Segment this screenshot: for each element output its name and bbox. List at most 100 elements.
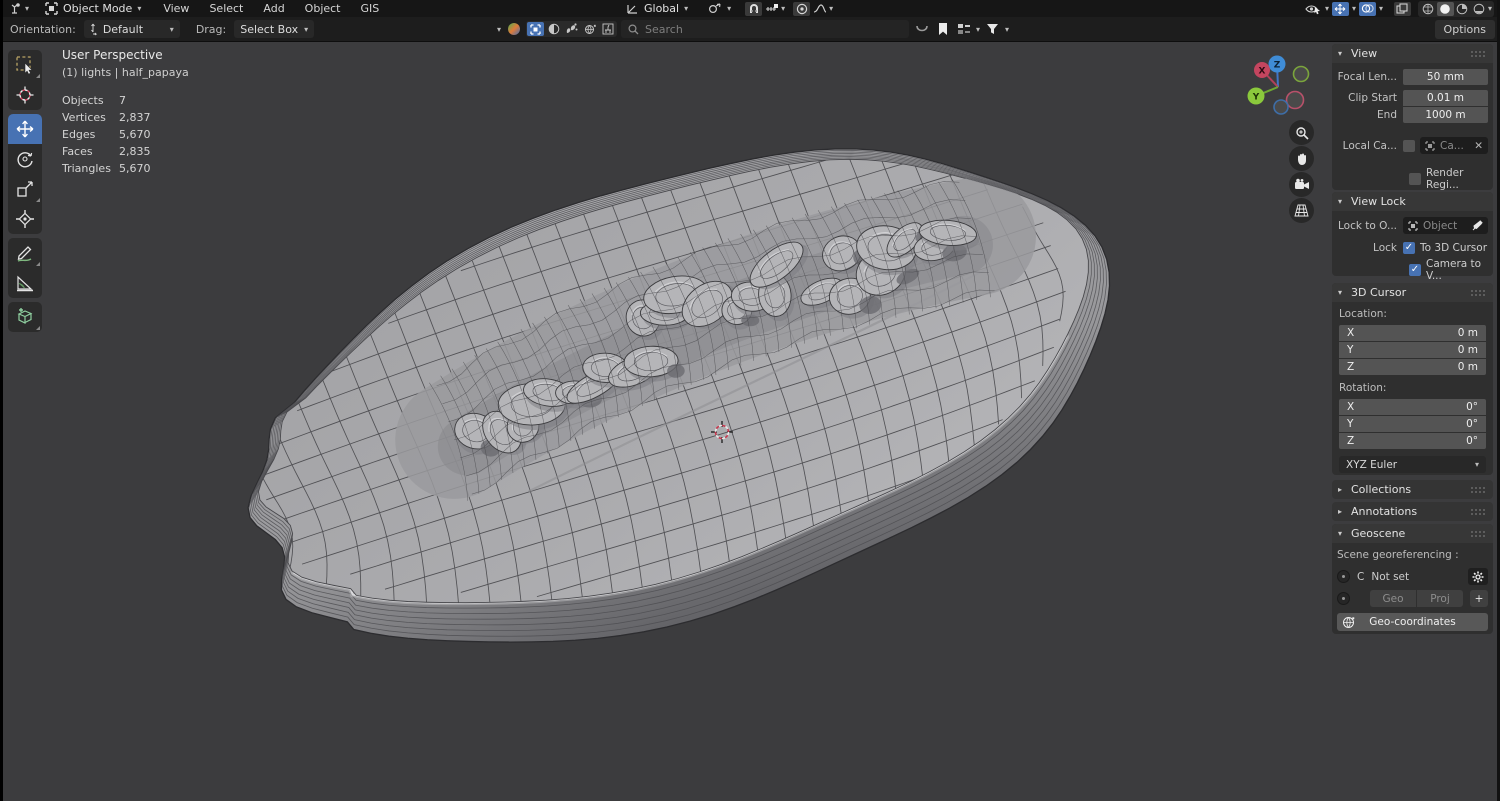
tool-add-cube[interactable] xyxy=(8,302,42,332)
gizmo-caret[interactable]: ▾ xyxy=(1352,4,1356,13)
clip-start-field[interactable]: 0.01 m xyxy=(1403,90,1488,106)
panel-grip[interactable] xyxy=(1470,50,1487,57)
crs-radio[interactable] xyxy=(1337,570,1350,583)
crs-radio-2[interactable] xyxy=(1337,592,1350,605)
cursor-rotation-z[interactable]: Z0° xyxy=(1339,433,1486,449)
shading-material-button[interactable] xyxy=(1454,2,1471,16)
filter-caret[interactable]: ▾ xyxy=(1005,25,1009,34)
collection-visibility-icon[interactable] xyxy=(955,22,972,37)
render-region-checkbox[interactable] xyxy=(1409,173,1421,185)
show-overlays-toggle[interactable] xyxy=(1359,2,1376,16)
bookmark-icon[interactable] xyxy=(934,22,951,37)
menu-add[interactable]: Add xyxy=(253,0,294,17)
panel-grip[interactable] xyxy=(1470,289,1487,296)
menu-object[interactable]: Object xyxy=(295,0,351,17)
snap-caret[interactable]: ▾ xyxy=(781,4,785,13)
crs-value: Not set xyxy=(1371,571,1461,583)
editor-type-icon[interactable] xyxy=(8,1,25,16)
clear-camera-icon[interactable]: ✕ xyxy=(1474,140,1483,152)
panel-grip[interactable] xyxy=(1470,486,1487,493)
mode-texture-paint-button[interactable] xyxy=(599,22,616,36)
local-camera-checkbox[interactable] xyxy=(1403,140,1415,152)
geo-coordinates-button[interactable]: Geo-coordinates xyxy=(1337,613,1488,631)
clip-end-field[interactable]: 1000 m xyxy=(1403,107,1488,123)
tool-measure[interactable] xyxy=(8,268,42,298)
camera-view-button[interactable] xyxy=(1289,172,1314,197)
panel-grip[interactable] xyxy=(1470,530,1487,537)
shading-caret[interactable]: ▾ xyxy=(1488,4,1492,13)
tool-rotate[interactable] xyxy=(8,144,42,174)
visibility-caret[interactable]: ▾ xyxy=(1325,4,1329,13)
orientation-dropdown[interactable]: Default ▾ xyxy=(84,20,180,38)
tool-transform[interactable] xyxy=(8,204,42,234)
header-collapse-caret[interactable]: ▾ xyxy=(497,25,501,34)
tool-select-box[interactable] xyxy=(8,50,42,80)
cursor-location-x[interactable]: X0 m xyxy=(1339,325,1486,341)
shading-rendered-button[interactable] xyxy=(1471,2,1488,16)
window-edge-left xyxy=(0,0,3,801)
crs-settings-button[interactable] xyxy=(1468,568,1488,585)
overlays-caret[interactable]: ▾ xyxy=(1379,4,1383,13)
add-crs-button[interactable]: + xyxy=(1470,590,1488,607)
tool-scale[interactable] xyxy=(8,174,42,204)
mode-vertex-paint-button[interactable] xyxy=(563,22,580,36)
menu-gis[interactable]: GIS xyxy=(351,0,390,17)
tool-annotate[interactable] xyxy=(8,238,42,268)
panel-view-header[interactable]: ▾View xyxy=(1332,44,1493,63)
panel-geoscene: ▾Geoscene Scene georeferencing : C Not s… xyxy=(1332,524,1493,634)
lock-to-object-field[interactable]: Object xyxy=(1403,217,1488,234)
axis-gizmo[interactable]: Z X Y xyxy=(1240,52,1320,122)
search-input[interactable] xyxy=(645,23,875,36)
pivot-point-dropdown[interactable]: ▾ xyxy=(702,0,737,17)
panel-3d-cursor-header[interactable]: ▾3D Cursor xyxy=(1332,283,1493,302)
mode-sculpt-button[interactable] xyxy=(545,22,562,36)
options-button[interactable]: Options xyxy=(1435,20,1495,39)
collection-caret[interactable]: ▾ xyxy=(976,25,980,34)
object-visibility-icon[interactable] xyxy=(1305,1,1322,16)
shading-solid-button[interactable] xyxy=(1437,2,1454,16)
cursor-location-y[interactable]: Y0 m xyxy=(1339,342,1486,358)
mode-dropdown[interactable]: Object Mode▾ xyxy=(39,0,147,17)
panel-view-lock-header[interactable]: ▾View Lock xyxy=(1332,192,1493,211)
proportional-editing-icon[interactable] xyxy=(793,2,810,16)
camera-to-view-checkbox[interactable]: ✓ xyxy=(1409,264,1421,276)
snap-magnet-icon[interactable] xyxy=(745,2,762,16)
geo-button[interactable]: Geo xyxy=(1370,590,1416,607)
tool-cursor[interactable] xyxy=(8,80,42,110)
cursor-location-z[interactable]: Z0 m xyxy=(1339,359,1486,375)
euler-order-dropdown[interactable]: XYZ Euler▾ xyxy=(1339,456,1486,473)
panel-collections: ▸Collections xyxy=(1332,480,1493,499)
local-camera-field[interactable]: Ca... ✕ xyxy=(1420,137,1488,154)
editor-type-caret[interactable]: ▾ xyxy=(25,4,29,13)
cursor-rotation-x[interactable]: X0° xyxy=(1339,399,1486,415)
show-gizmo-toggle[interactable] xyxy=(1332,2,1349,16)
shading-wireframe-button[interactable] xyxy=(1420,2,1437,16)
falloff-curve-icon[interactable] xyxy=(913,22,930,37)
transform-orientation-dropdown[interactable]: Global▾ xyxy=(620,0,694,17)
mode-object-button[interactable] xyxy=(527,22,544,36)
panel-grip[interactable] xyxy=(1470,508,1487,515)
proportional-falloff-icon[interactable] xyxy=(811,2,828,16)
panel-collections-header[interactable]: ▸Collections xyxy=(1332,480,1493,499)
zoom-button[interactable] xyxy=(1289,120,1314,145)
menu-select[interactable]: Select xyxy=(199,0,253,17)
eyedropper-icon[interactable] xyxy=(1472,220,1483,231)
panel-annotations-header[interactable]: ▸Annotations xyxy=(1332,502,1493,521)
snap-increment-icon[interactable] xyxy=(763,2,780,16)
drag-dropdown[interactable]: Select Box▾ xyxy=(234,20,314,38)
mode-gis-globe-button[interactable] xyxy=(581,22,598,36)
material-preview-sphere-icon[interactable] xyxy=(505,22,522,37)
menu-view[interactable]: View xyxy=(153,0,199,17)
cursor-rotation-y[interactable]: Y0° xyxy=(1339,416,1486,432)
proj-button[interactable]: Proj xyxy=(1417,590,1463,607)
to-3d-cursor-checkbox[interactable]: ✓ xyxy=(1403,242,1415,254)
xray-toggle[interactable] xyxy=(1394,2,1411,16)
filter-icon[interactable] xyxy=(984,22,1001,37)
tool-move[interactable] xyxy=(8,114,42,144)
tool-settings-bar: Orientation: Default ▾ Drag: Select Box▾… xyxy=(0,17,1500,42)
panel-geoscene-header[interactable]: ▾Geoscene xyxy=(1332,524,1493,543)
focal-length-field[interactable]: 50 mm xyxy=(1403,69,1488,85)
proportional-caret[interactable]: ▾ xyxy=(829,4,833,13)
pan-hand-button[interactable] xyxy=(1289,146,1314,171)
perspective-toggle-button[interactable] xyxy=(1289,198,1314,223)
